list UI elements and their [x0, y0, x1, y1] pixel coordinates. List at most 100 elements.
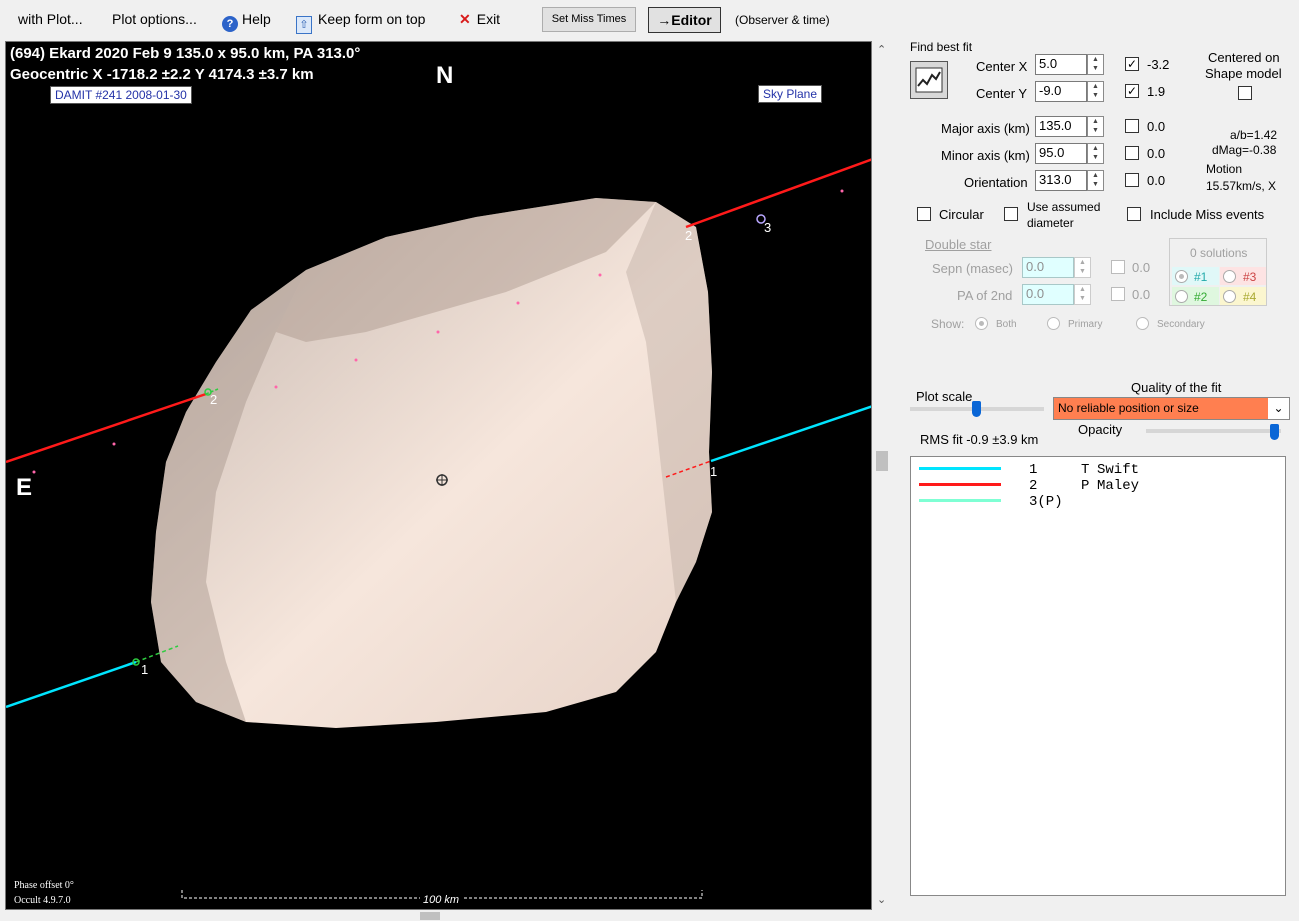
sepn-check-value: 0.0 [1132, 260, 1151, 275]
minor-axis-checkbox[interactable] [1125, 146, 1139, 160]
legend-row: 2 P Maley [911, 478, 1287, 494]
solutions-count: 0 solutions [1190, 246, 1248, 260]
center-y-checkbox[interactable]: ✓ [1125, 84, 1139, 98]
east-label: E [16, 474, 33, 501]
horizontal-scrollbar[interactable] [0, 911, 874, 921]
show-primary-label: Primary [1068, 319, 1103, 330]
chord-label: 1 [710, 464, 718, 479]
scroll-thumb[interactable] [876, 451, 888, 471]
damit-label: DAMIT #241 2008-01-30 [50, 86, 192, 104]
menu-plot-options[interactable]: Plot options... [112, 11, 197, 27]
menu-keep-on-top[interactable]: ⇧ Keep form on top [296, 11, 425, 34]
plot-title-line2: Geocentric X -1718.2 ±2.2 Y 4174.3 ±3.7 … [10, 66, 314, 83]
solution-4-radio[interactable] [1223, 290, 1236, 303]
chevron-up-icon[interactable]: ⌃ [877, 43, 886, 56]
center-x-label: Center X [976, 59, 1028, 74]
plot-title-line1: (694) Ekard 2020 Feb 9 135.0 x 95.0 km, … [10, 45, 361, 62]
dot [32, 470, 36, 474]
center-y-input[interactable]: -9.0 [1035, 81, 1087, 102]
editor-button[interactable]: →Editor [648, 7, 721, 33]
show-label: Show: [931, 317, 965, 331]
center-x-spinner[interactable]: ▲ ▼ [1087, 54, 1104, 75]
double-star-label: Double star [925, 237, 992, 252]
minor-axis-spinner[interactable]: ▲ ▼ [1087, 143, 1104, 164]
pin-icon: ⇧ [296, 16, 312, 34]
major-axis-spinner[interactable]: ▲ ▼ [1087, 116, 1104, 137]
pa-2nd-checkbox[interactable] [1111, 287, 1125, 301]
show-secondary-label: Secondary [1157, 319, 1205, 330]
sepn-checkbox[interactable] [1111, 260, 1125, 274]
dmag-value: dMag=-0.38 [1212, 143, 1277, 157]
major-axis-checkbox[interactable] [1125, 119, 1139, 133]
fit-graph-icon [915, 67, 943, 93]
menu-observer-time[interactable]: (Observer & time) [735, 13, 830, 27]
vertical-scrollbar[interactable]: ⌃ ⌄ [874, 41, 891, 910]
solutions-group: 0 solutions #1 #3 #2 #4 [1169, 238, 1267, 306]
opacity-label: Opacity [1078, 422, 1123, 437]
hscroll-thumb[interactable] [420, 912, 440, 920]
set-miss-times-button[interactable]: Set Miss Times [542, 7, 636, 32]
sepn-input[interactable]: 0.0 [1022, 257, 1074, 278]
orientation-checkbox[interactable] [1125, 173, 1139, 187]
centered-on-shape-checkbox[interactable] [1238, 86, 1252, 100]
chord-label: 1 [141, 662, 149, 677]
find-best-fit-button[interactable] [910, 61, 948, 99]
legend-row: 1 T Swift [911, 462, 1287, 478]
circular-checkbox[interactable] [917, 207, 931, 221]
solution-1-radio[interactable] [1175, 270, 1188, 283]
solution-2-label: #2 [1194, 290, 1208, 304]
pa-2nd-spinner[interactable]: ▲ ▼ [1074, 284, 1091, 305]
major-axis-input[interactable]: 135.0 [1035, 116, 1087, 137]
chord-2-right [685, 158, 871, 229]
center-x-check-value: -3.2 [1147, 57, 1170, 72]
include-miss-checkbox[interactable] [1127, 207, 1141, 221]
pa-2nd-input[interactable]: 0.0 [1022, 284, 1074, 305]
menu-with-plot[interactable]: with Plot... [18, 11, 83, 27]
help-label: Help [242, 11, 271, 27]
quality-select[interactable]: No reliable position or size ⌄ [1053, 397, 1290, 420]
center-y-spinner[interactable]: ▲ ▼ [1087, 81, 1104, 102]
menu-exit[interactable]: ✕ Exit [459, 11, 500, 28]
solution-3-radio[interactable] [1223, 270, 1236, 283]
north-label: N [436, 62, 454, 89]
pa-2nd-check-value: 0.0 [1132, 287, 1151, 302]
center-x-checkbox[interactable]: ✓ [1125, 57, 1139, 71]
show-both-label: Both [996, 319, 1017, 330]
chevron-down-icon[interactable]: ⌄ [1268, 398, 1289, 419]
plot-scale-thumb[interactable] [972, 401, 981, 417]
sepn-spinner[interactable]: ▲ ▼ [1074, 257, 1091, 278]
chevron-down-icon[interactable]: ⌄ [877, 893, 886, 906]
solution-2-radio[interactable] [1175, 290, 1188, 303]
minor-axis-label: Minor axis (km) [941, 148, 1030, 163]
major-axis-check-value: 0.0 [1147, 119, 1166, 134]
legend-num: 2 [1029, 478, 1038, 494]
center-y-label: Center Y [976, 86, 1028, 101]
keep-on-top-label: Keep form on top [318, 11, 426, 27]
dot [436, 330, 440, 334]
orientation-spinner[interactable]: ▲ ▼ [1087, 170, 1104, 191]
orientation-input[interactable]: 313.0 [1035, 170, 1087, 191]
find-best-fit-label: Find best fit [910, 40, 973, 54]
show-both-radio[interactable] [975, 317, 988, 330]
close-icon: ✕ [459, 11, 471, 27]
pa-2nd-label: PA of 2nd [957, 288, 1013, 303]
opacity-slider[interactable] [1146, 429, 1281, 433]
legend-num: 1 [1029, 462, 1038, 478]
center-x-input[interactable]: 5.0 [1035, 54, 1087, 75]
minor-axis-input[interactable]: 95.0 [1035, 143, 1087, 164]
dot [598, 273, 602, 277]
legend-swatch [919, 467, 1001, 470]
dot [354, 358, 358, 362]
use-assumed-checkbox[interactable] [1004, 207, 1018, 221]
show-secondary-radio[interactable] [1136, 317, 1149, 330]
menu-help[interactable]: ? Help [222, 11, 271, 32]
legend-swatch [919, 499, 1001, 502]
use-assumed-label: Use assumed [1027, 200, 1101, 214]
ab-ratio: a/b=1.42 [1230, 128, 1278, 142]
show-primary-radio[interactable] [1047, 317, 1060, 330]
plot-area[interactable]: (694) Ekard 2020 Feb 9 135.0 x 95.0 km, … [5, 41, 872, 910]
version-label: Occult 4.9.7.0 [14, 895, 71, 906]
diameter-label: diameter [1027, 216, 1074, 230]
quality-label: Quality of the fit [1131, 380, 1222, 395]
opacity-thumb[interactable] [1270, 424, 1279, 440]
